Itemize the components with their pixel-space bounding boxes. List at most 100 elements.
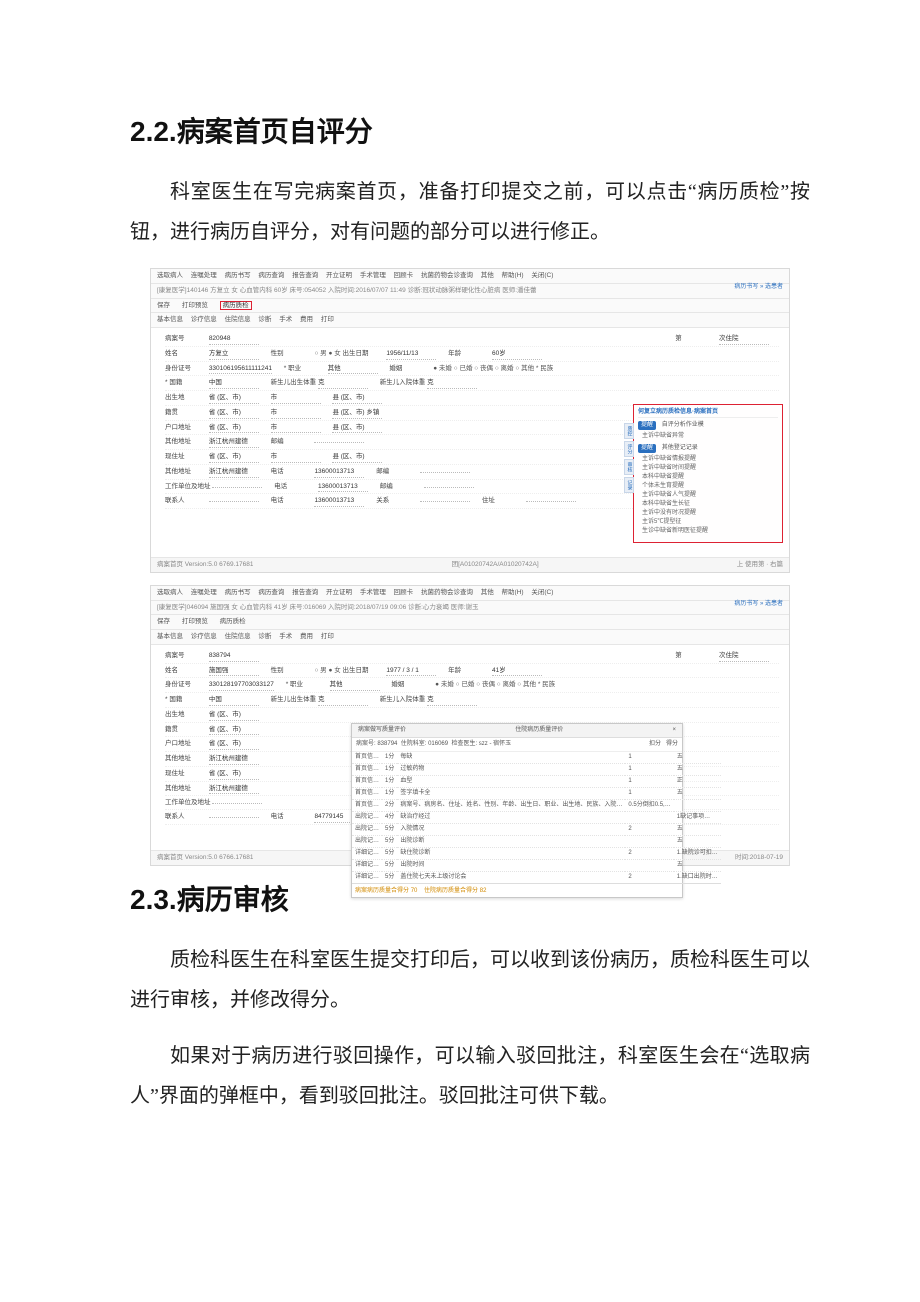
address-field[interactable]: 浙江杭州建德 (209, 754, 259, 765)
table-cell: 出院记… (352, 823, 382, 835)
col-total: 得分 (666, 741, 678, 747)
fig1-panel-list1: 主诉中缺省异常 (638, 432, 778, 441)
id-field[interactable]: 330106195611111241 (209, 364, 272, 375)
address-field[interactable]: 浙江杭州建德 (209, 784, 259, 795)
value[interactable]: 820948 (209, 334, 259, 345)
province-field[interactable]: 省 (区、市) (209, 710, 259, 721)
side-tab[interactable]: 评分 (624, 441, 634, 457)
zip-field[interactable] (314, 442, 364, 443)
province-field[interactable]: 省 (区、市) (209, 739, 259, 750)
label: 身份证号 (165, 680, 207, 690)
sex-radio[interactable]: ○ 男 ● 女 (314, 350, 340, 357)
value[interactable]: 次住院 (719, 651, 769, 662)
table-cell: 详细记… (352, 859, 382, 871)
fig2-quality-check-button[interactable]: 病历质检 (220, 618, 246, 625)
zip-field[interactable] (424, 487, 474, 488)
contact-name-field[interactable] (209, 817, 259, 818)
fig2-tabs[interactable]: 基本信息 诊疗信息 住院信息 诊断 手术 费用 打印 (151, 630, 789, 645)
phone-field[interactable]: 13600013713 (314, 496, 364, 507)
fig2-print-button[interactable]: 打印预览 (182, 618, 208, 625)
address-field[interactable]: 浙江杭州建德 (209, 467, 259, 478)
label: 户口地址 (165, 739, 207, 749)
value[interactable]: 838794 (209, 651, 259, 662)
side-tab[interactable]: 记录 (624, 477, 634, 493)
marriage-radio[interactable]: ● 未婚 ○ 已婚 ○ 丧偶 ○ 离婚 ○ 其他 * 民族 (435, 681, 555, 688)
label: 性别 (271, 666, 313, 676)
nationality-field[interactable]: 中国 (209, 695, 259, 706)
fig1-tabs[interactable]: 基本信息 诊疗信息 住院信息 诊断 手术 费用 打印 (151, 313, 789, 328)
address-field[interactable]: 浙江杭州建德 (209, 437, 259, 448)
employer-field[interactable] (212, 803, 262, 804)
name-field[interactable]: 施国强 (209, 666, 259, 677)
name-field[interactable]: 方复立 (209, 349, 259, 360)
panel-item: 本科中缺省提醒 (642, 473, 778, 482)
fig1-panel-side-tabs[interactable]: 质控 评分 审核 记录 (624, 423, 634, 495)
label: 姓名 (165, 666, 207, 676)
county-field[interactable]: 县 (区、市) (332, 423, 382, 434)
county-field[interactable]: 县 (区、市) (332, 452, 382, 463)
contact-addr-field[interactable] (526, 501, 576, 502)
sex-radio[interactable]: ○ 男 ● 女 (314, 667, 340, 674)
city-field[interactable]: 市 (271, 423, 321, 434)
county-field[interactable]: 县 (区、市) 乡镇 (332, 408, 382, 419)
fig1-print-button[interactable]: 打印预览 (182, 302, 208, 309)
birth-weight-field[interactable]: 克 (318, 378, 368, 389)
province-field[interactable]: 省 (区、市) (209, 423, 259, 434)
fig1-save-button[interactable]: 保存 (157, 302, 170, 309)
province-field[interactable]: 省 (区、市) (209, 408, 259, 419)
table-cell: 2 (625, 823, 673, 835)
contact-name-field[interactable] (209, 501, 259, 502)
value[interactable]: 次住院 (719, 334, 769, 345)
fig2-dialog-head: 病案号: 838794 住院科室: 016069 检查医生: szz - 宿怀玉… (352, 738, 682, 752)
fig1-panel-list2: 主诉中缺省情报提醒 主诉中缺省时间提醒 本科中缺省提醒 个体未生育提醒 主诉中缺… (638, 455, 778, 536)
close-icon[interactable]: × (672, 726, 676, 735)
birth-weight-field[interactable]: 克 (318, 695, 368, 706)
marriage-radio[interactable]: ● 未婚 ○ 已婚 ○ 丧偶 ○ 离婚 ○ 其他 * 民族 (433, 365, 553, 372)
age-field[interactable]: 41岁 (492, 666, 542, 677)
table-cell: 2 (625, 847, 673, 859)
label: 关系 (376, 496, 418, 506)
label: 现住址 (165, 769, 207, 779)
province-field[interactable]: 省 (区、市) (209, 393, 259, 404)
label: 现住址 (165, 452, 207, 462)
admit-weight-field[interactable]: 克 (427, 378, 477, 389)
table-cell: 详细记… (352, 847, 382, 859)
side-tab[interactable]: 审核 (624, 459, 634, 475)
city-field[interactable]: 市 (271, 408, 321, 419)
admit-weight-field[interactable]: 克 (427, 695, 477, 706)
fig2-save-button[interactable]: 保存 (157, 618, 170, 625)
relation-field[interactable] (420, 501, 470, 502)
phone-field[interactable]: 13600013713 (318, 482, 368, 493)
zip-field[interactable] (420, 472, 470, 473)
employer-field[interactable] (212, 487, 262, 488)
province-field[interactable]: 省 (区、市) (209, 769, 259, 780)
dob-field[interactable]: 1977 / 3 / 1 (386, 666, 436, 677)
fig1-right-button[interactable]: 病历书写 » 选患者 (734, 283, 783, 291)
nationality-field[interactable]: 中国 (209, 378, 259, 389)
city-field[interactable]: 市 (271, 393, 321, 404)
occupation-field[interactable]: 其他 (330, 680, 380, 691)
occupation-field[interactable]: 其他 (328, 364, 378, 375)
table-cell: 1缺记事项… (674, 811, 721, 823)
county-field[interactable]: 县 (区、市) (332, 393, 382, 404)
phone-field[interactable]: 13600013713 (314, 467, 364, 478)
city-field[interactable]: 市 (271, 452, 321, 463)
label: 年龄 (448, 349, 490, 359)
dob-field[interactable]: 1956/11/13 (386, 349, 436, 360)
table-cell: 五 (674, 859, 721, 871)
panel-item: 主诉中缺省时间提醒 (642, 464, 778, 473)
province-field[interactable]: 省 (区、市) (209, 725, 259, 736)
table-row: 首页信…2分病案号、病房名、住址、姓名、性别、年龄、出生日、职业、出生地、民族、… (352, 799, 721, 811)
table-row: 出院记…5分出院诊断五 (352, 835, 721, 847)
age-field[interactable]: 60岁 (492, 349, 542, 360)
table-cell: 0.5分倒扣0.5,… (625, 799, 673, 811)
table-cell: 正 (674, 775, 721, 787)
fig1-quality-check-button[interactable]: 病历质检 (220, 301, 252, 310)
zip-label: 邮编 (271, 437, 313, 447)
label: 其他地址 (165, 467, 207, 477)
side-tab[interactable]: 质控 (624, 423, 634, 439)
province-field[interactable]: 省 (区、市) (209, 452, 259, 463)
table-cell: 4分 (382, 811, 397, 823)
fig2-right-button[interactable]: 病历书写 » 选患者 (734, 600, 783, 608)
id-field[interactable]: 330128197703033127 (209, 680, 274, 691)
